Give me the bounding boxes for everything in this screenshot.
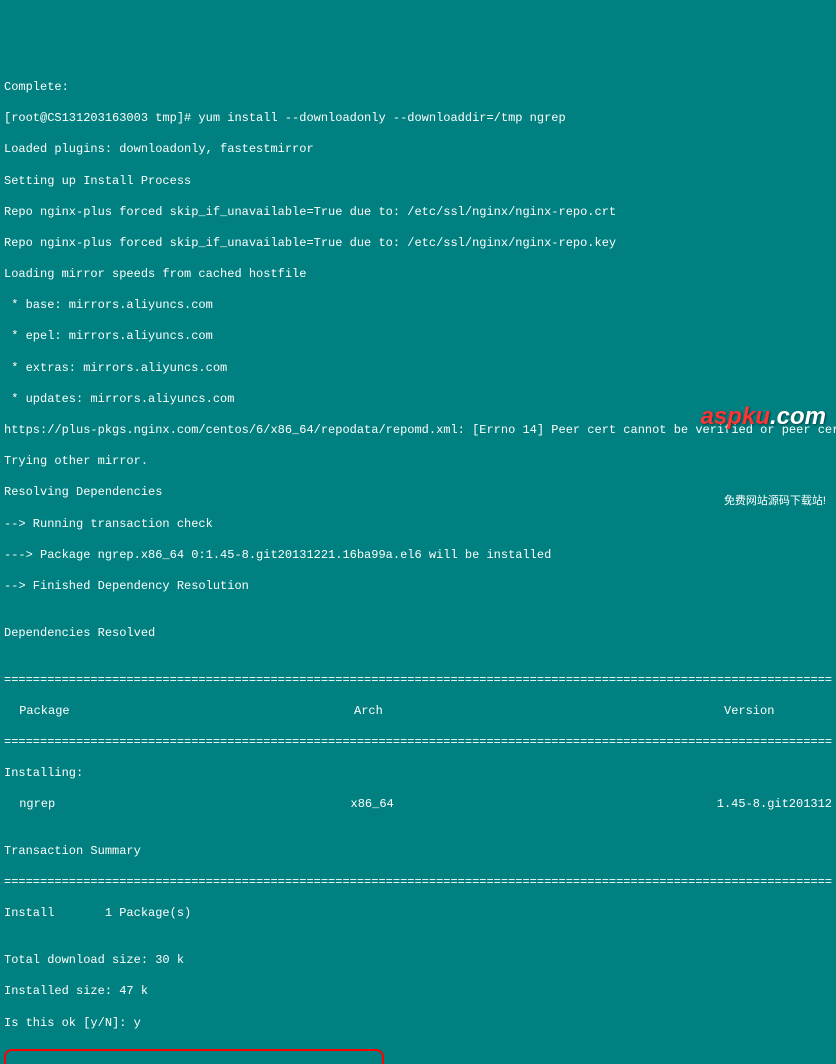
output-line: Setting up Install Process [4, 174, 832, 190]
header-package: Package [4, 704, 354, 720]
output-line: Complete: [4, 80, 832, 96]
confirm-prompt: Is this ok [y/N]: y [4, 1016, 832, 1032]
output-line: * base: mirrors.aliyuncs.com [4, 298, 832, 314]
output-line: ---> Package ngrep.x86_64 0:1.45-8.git20… [4, 548, 832, 564]
output-line: Repo nginx-plus forced skip_if_unavailab… [4, 205, 832, 221]
logo-red-text: aspku [701, 403, 770, 430]
output-line: Installed size: 47 k [4, 984, 832, 1000]
output-line: Total download size: 30 k [4, 953, 832, 969]
separator: ========================================… [4, 673, 832, 689]
cell-version: 1.45-8.git201312 [717, 797, 832, 813]
prompt-command: [root@CS131203163003 tmp]# yum install -… [4, 111, 832, 127]
header-version: Version [724, 704, 832, 720]
output-line: Loaded plugins: downloadonly, fastestmir… [4, 142, 832, 158]
output-line: Repo nginx-plus forced skip_if_unavailab… [4, 236, 832, 252]
separator: ========================================… [4, 875, 832, 891]
table-header-row: Package Arch Version [4, 704, 832, 720]
watermark: aspku.com 免费网站源码下载站! [674, 338, 826, 524]
terminal-output: Complete: [root@CS131203163003 tmp]# yum… [0, 62, 836, 1064]
separator: ========================================… [4, 735, 832, 751]
transaction-summary: Transaction Summary [4, 844, 832, 860]
watermark-subtitle: 免费网站源码下载站! [674, 494, 826, 508]
highlight-box: Downloading Packages: ngrep-1.45-8.git20… [4, 1049, 384, 1064]
output-line: Install 1 Package(s) [4, 906, 832, 922]
output-line: Dependencies Resolved [4, 626, 832, 642]
logo-white-text: .com [770, 403, 826, 430]
cell-package: ngrep [4, 797, 351, 813]
watermark-logo: aspku.com [674, 369, 826, 463]
table-data-row: ngrep x86_64 1.45-8.git201312 [4, 797, 832, 813]
installing-label: Installing: [4, 766, 832, 782]
output-line: Loading mirror speeds from cached hostfi… [4, 267, 832, 283]
cell-arch: x86_64 [351, 797, 717, 813]
output-line: --> Finished Dependency Resolution [4, 579, 832, 595]
header-arch: Arch [354, 704, 724, 720]
